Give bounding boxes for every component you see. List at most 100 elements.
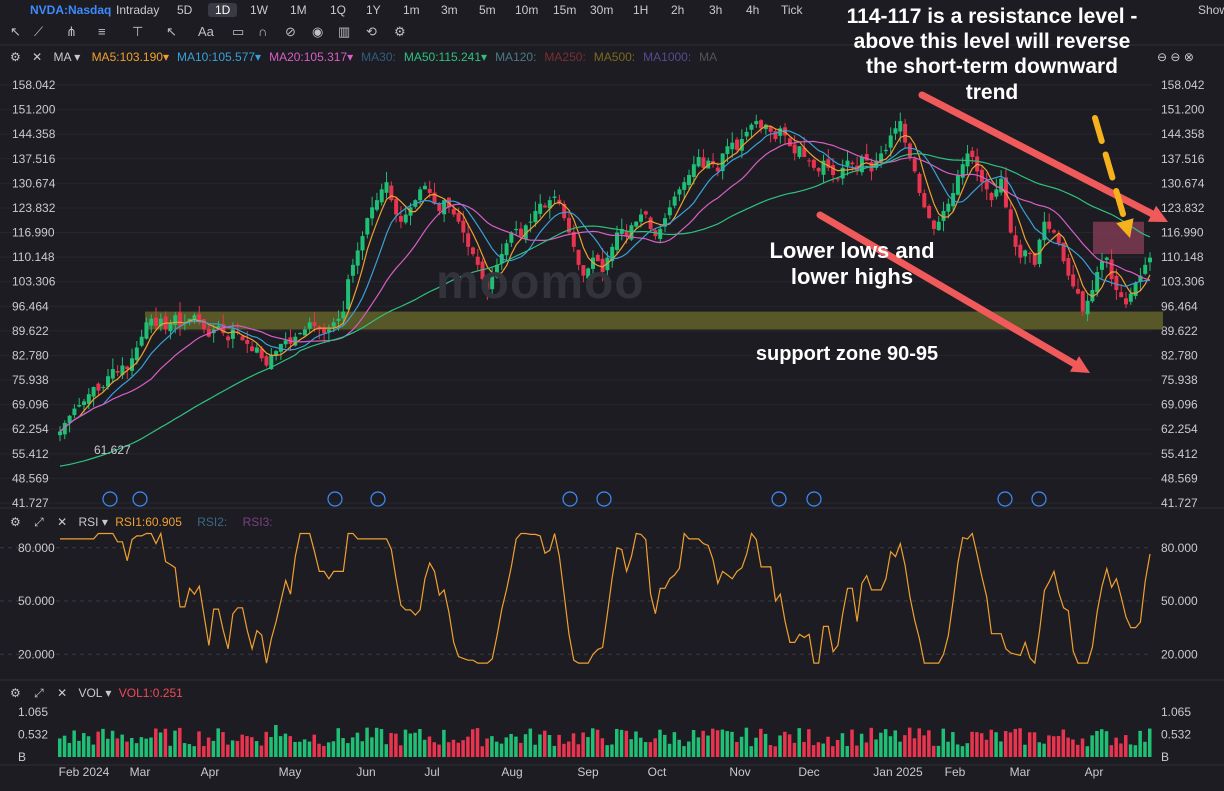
candle-body [379,189,384,203]
ma-legend-item[interactable]: MA5:103.190▾ [92,50,169,64]
earnings-marker-icon [562,491,578,507]
candle-body [91,387,96,397]
candle-body [384,182,389,193]
volume-bar [1032,732,1037,757]
minus-icon[interactable]: ⊖ [1157,50,1167,64]
volume-bar [711,728,715,757]
candle-body [1027,252,1032,255]
volume-bar [437,744,441,757]
volume-bar [403,729,408,757]
close-icon[interactable]: ✕ [57,686,67,700]
volume-bar [663,734,667,757]
ma-legend-item[interactable]: MA250: [544,50,585,64]
candle-body [518,228,523,237]
volume-bar [1051,736,1056,757]
rsi-line [60,531,1151,665]
volume-bar [418,729,422,757]
ma-legend-item[interactable]: MA30: [361,50,396,64]
volume-bar [735,742,739,757]
volume-bar [490,736,494,757]
volume-bar [547,735,552,757]
chevron-down-icon[interactable]: ▾ [71,50,80,64]
volume-bar [744,727,749,757]
candle-body [1099,261,1104,270]
price-axis-label-left: 103.306 [12,275,56,289]
ma-legend-item[interactable]: MA500: [594,50,635,64]
volume-bar [427,736,432,757]
volume-bar [470,729,475,757]
candle-body [298,333,303,335]
candle-body [552,196,557,198]
candle-body [970,150,975,158]
volume-bar [168,745,172,757]
volume-bar [941,728,946,757]
price-axis-label-left: 116.990 [12,226,55,240]
volume-bar [115,738,120,757]
volume-bar [422,739,427,757]
volume-bar [1075,744,1080,757]
volume-bar [989,729,994,757]
price-axis-label-left: 110.148 [12,250,55,264]
volume-bar [1095,730,1099,757]
candle-body [456,212,461,222]
candle-body [178,312,183,326]
candle-body [903,123,908,143]
volume-bar [624,730,629,757]
volume-bar [730,731,734,757]
price-axis-label-left: 123.832 [12,201,56,215]
x-axis-label: Mar [130,765,151,779]
expand-icon[interactable]: ⤢ [34,515,44,529]
expand-icon[interactable]: ⤢ [34,686,44,700]
candle-body [350,264,355,276]
ma-legend-item[interactable]: MA20:105.317▾ [269,50,353,64]
volume-bar [77,740,81,757]
volume-bar [1148,728,1152,757]
candle-body [422,185,427,190]
volume-bar [1123,735,1128,757]
candle-body [427,188,432,193]
candle-body [470,247,475,255]
price-axis-label-left: 48.569 [12,471,49,485]
price-axis-label-right: 158.042 [1161,78,1205,92]
settings-icon[interactable]: ⚙ [10,515,21,529]
volume-bar [91,744,96,757]
close-icon[interactable]: ✕ [57,515,67,529]
candle-body [77,404,82,407]
volume-bar [1023,744,1027,757]
volume-bar [696,737,701,757]
close-icon[interactable]: ✕ [32,50,42,64]
rsi-axis-label-right: 80.000 [1161,541,1198,555]
resistance-dashed-arrow [1092,115,1128,224]
ma-legend-item[interactable]: MA10:105.577▾ [177,50,261,64]
ma-legend-item[interactable]: MA1000: [643,50,691,64]
volume-bar [360,741,365,757]
volume-bar [571,733,576,757]
minus-icon[interactable]: ⊖ [1170,50,1180,64]
candle-body [437,204,442,211]
volume-bar [355,732,360,757]
close-icon[interactable]: ⊗ [1184,50,1194,64]
x-axis-label: Sep [577,765,599,779]
candle-body [72,408,77,416]
price-axis-label-left: 69.096 [12,398,49,412]
volume-bar [763,733,768,757]
rsi1-value: RSI1:60.905 [115,515,182,529]
chevron-down-icon[interactable]: ▾ [102,686,111,700]
volume-bar [1071,739,1075,757]
x-axis-label: Jul [424,765,439,779]
ma-legend-item[interactable]: MA120: [495,50,536,64]
ma-legend-item[interactable]: MA [699,50,717,64]
candle-body [403,214,408,223]
settings-icon[interactable]: ⚙ [10,686,21,700]
chart-canvas[interactable]: 158.042 158.042 151.200 151.200 144.358 144.3… [0,0,1224,791]
chevron-down-icon[interactable]: ▾ [98,515,108,529]
ma-indicator-label[interactable]: MA [54,50,71,64]
rsi-axis-label-left: 50.000 [18,594,55,608]
rsi-label[interactable]: RSI [78,515,98,529]
price-axis-label-left: 41.727 [12,496,49,510]
candle-body [226,336,231,341]
settings-icon[interactable]: ⚙ [10,50,21,64]
volume-bar [811,745,816,757]
ma-legend-item[interactable]: MA50:115.241▾ [404,50,487,64]
vol-label[interactable]: VOL [78,686,102,700]
